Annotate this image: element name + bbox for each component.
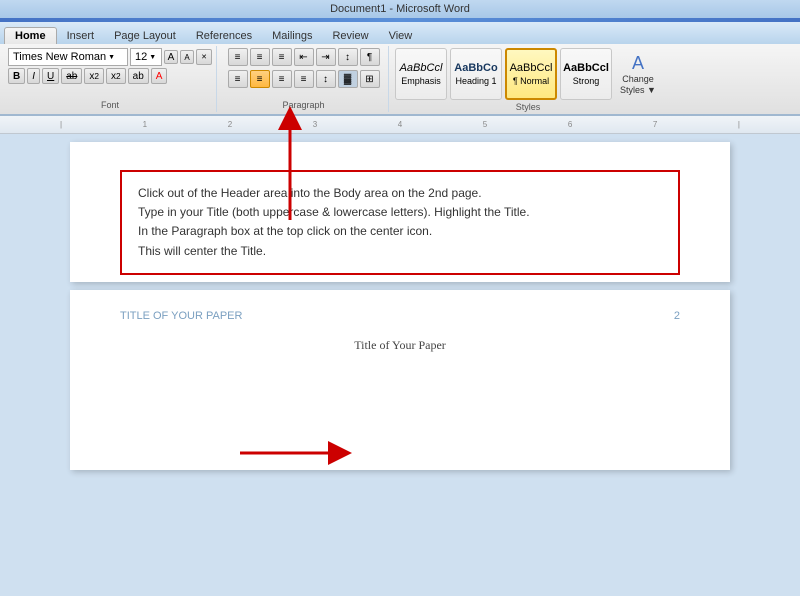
ruler: | 1 2 3 4 5 6 7 | — [0, 116, 800, 134]
style-strong[interactable]: AaBbCcl Strong — [560, 48, 612, 100]
align-center-button[interactable]: ≡ — [250, 70, 270, 88]
show-marks-button[interactable]: ¶ — [360, 48, 380, 66]
tab-mailings[interactable]: Mailings — [262, 28, 322, 44]
style-emphasis-label: Emphasis — [401, 76, 441, 86]
instruction-line2: Type in your Title (both uppercase & low… — [138, 203, 662, 222]
styles-group-label: Styles — [516, 100, 541, 112]
highlight-button[interactable]: ab — [128, 68, 149, 84]
shading-button[interactable]: ▓ — [338, 70, 358, 88]
multilevel-list-button[interactable]: ≡ — [272, 48, 292, 66]
instruction-line3: In the Paragraph box at the top click on… — [138, 222, 662, 241]
font-size-value: 12 — [135, 51, 147, 63]
font-group-label: Font — [101, 98, 119, 110]
line-spacing-button[interactable]: ↕ — [316, 70, 336, 88]
style-heading1-label: Heading 1 — [455, 76, 496, 86]
justify-button[interactable]: ≡ — [294, 70, 314, 88]
ribbon: Times New Roman ▼ 12 ▼ A A ✕ B I U ab x2… — [0, 44, 800, 116]
paragraph-group: ≡ ≡ ≡ ⇤ ⇥ ↕ ¶ ≡ ≡ ≡ ≡ ↕ ▓ ⊞ Paragraph — [219, 46, 389, 112]
tab-view[interactable]: View — [379, 28, 423, 44]
strikethrough-button[interactable]: ab — [61, 68, 82, 84]
clear-format-button[interactable]: ✕ — [196, 49, 212, 65]
font-group: Times New Roman ▼ 12 ▼ A A ✕ B I U ab x2… — [4, 46, 217, 112]
font-shrink-button[interactable]: A — [180, 50, 194, 64]
instruction-line4: This will center the Title. — [138, 242, 662, 261]
change-styles-button[interactable]: A ChangeStyles ▼ — [615, 48, 661, 100]
style-normal-sample: AaBbCcl — [510, 62, 553, 75]
bold-button[interactable]: B — [8, 68, 25, 84]
change-styles-label: ChangeStyles ▼ — [620, 74, 656, 96]
style-heading1-sample: AaBbCo — [454, 62, 497, 75]
subscript-button[interactable]: x2 — [84, 68, 104, 84]
header-title: TITLE OF YOUR PAPER — [120, 310, 242, 322]
tab-review[interactable]: Review — [322, 28, 378, 44]
style-strong-sample: AaBbCcl — [563, 62, 609, 75]
decrease-indent-button[interactable]: ⇤ — [294, 48, 314, 66]
style-heading1[interactable]: AaBbCo Heading 1 — [450, 48, 502, 100]
title-text: Document1 - Microsoft Word — [330, 3, 470, 15]
page-1[interactable]: Click out of the Header area into the Bo… — [70, 142, 730, 282]
ruler-marks: | 1 2 3 4 5 6 7 | — [60, 120, 740, 129]
tab-page-layout[interactable]: Page Layout — [104, 28, 186, 44]
font-name-arrow: ▼ — [108, 54, 115, 61]
bullet-list-button[interactable]: ≡ — [228, 48, 248, 66]
paragraph-group-label: Paragraph — [282, 98, 324, 110]
underline-button[interactable]: U — [42, 68, 59, 84]
font-color-button[interactable]: A — [151, 68, 168, 84]
page-body-title[interactable]: Title of Your Paper — [120, 338, 680, 353]
align-left-button[interactable]: ≡ — [228, 70, 248, 88]
font-size-dropdown[interactable]: 12 ▼ — [130, 48, 162, 66]
styles-group: AaBbCcl Emphasis AaBbCo Heading 1 AaBbCc… — [391, 46, 665, 112]
instruction-line1: Click out of the Header area into the Bo… — [138, 184, 662, 203]
style-normal-label: ¶ Normal — [513, 76, 549, 86]
font-size-arrow: ▼ — [149, 54, 156, 61]
superscript-button[interactable]: x2 — [106, 68, 126, 84]
font-name-value: Times New Roman — [13, 51, 106, 63]
style-normal[interactable]: AaBbCcl ¶ Normal — [505, 48, 557, 100]
header-page-number: 2 — [674, 310, 680, 322]
borders-button[interactable]: ⊞ — [360, 70, 380, 88]
font-name-dropdown[interactable]: Times New Roman ▼ — [8, 48, 128, 66]
numbered-list-button[interactable]: ≡ — [250, 48, 270, 66]
page-title-value: Title of Your Paper — [354, 338, 446, 352]
italic-button[interactable]: I — [27, 68, 40, 84]
font-grow-button[interactable]: A — [164, 50, 178, 64]
increase-indent-button[interactable]: ⇥ — [316, 48, 336, 66]
style-strong-label: Strong — [573, 76, 600, 86]
tab-insert[interactable]: Insert — [57, 28, 105, 44]
tab-references[interactable]: References — [186, 28, 262, 44]
title-bar: Document1 - Microsoft Word — [0, 0, 800, 18]
style-emphasis-sample: AaBbCcl — [400, 62, 443, 75]
document-area: Click out of the Header area into the Bo… — [0, 134, 800, 596]
instruction-box: Click out of the Header area into the Bo… — [120, 170, 680, 275]
sort-button[interactable]: ↕ — [338, 48, 358, 66]
style-emphasis[interactable]: AaBbCcl Emphasis — [395, 48, 447, 100]
page-2[interactable]: TITLE OF YOUR PAPER 2 Title of Your Pape… — [70, 290, 730, 470]
ribbon-tabs: Home Insert Page Layout References Maili… — [0, 22, 800, 44]
align-right-button[interactable]: ≡ — [272, 70, 292, 88]
page-header: TITLE OF YOUR PAPER 2 — [120, 310, 680, 322]
change-styles-icon: A — [632, 53, 644, 74]
tab-home[interactable]: Home — [4, 27, 57, 44]
